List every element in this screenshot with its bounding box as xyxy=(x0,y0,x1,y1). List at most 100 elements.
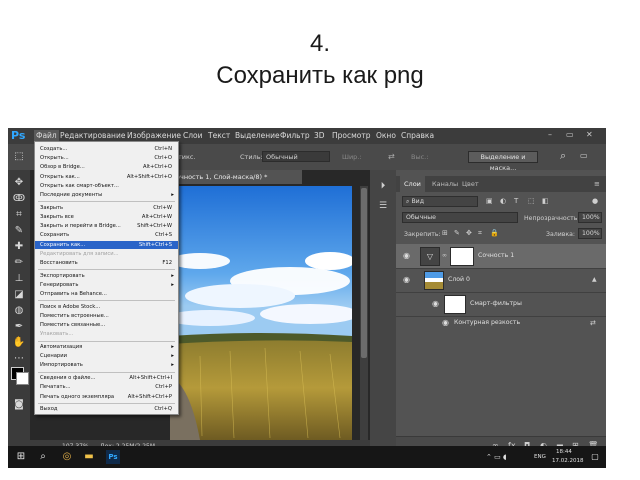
visibility-eye-icon[interactable]: ◉ xyxy=(403,275,410,284)
clock-time[interactable]: 18:44 xyxy=(556,449,572,455)
file-menu-item[interactable]: Сценарии ▸ xyxy=(35,352,178,360)
menu-filter[interactable]: Фильтр xyxy=(280,130,310,142)
brush-tool-icon[interactable]: ✏ xyxy=(12,256,26,270)
file-menu-item[interactable]: Закрыть Ctrl+W xyxy=(35,204,178,212)
file-menu-item[interactable]: Поиск в Adobe Stock... xyxy=(35,303,178,311)
file-menu-item[interactable]: Отправить на Behance... xyxy=(35,290,178,298)
crop-tool-icon[interactable]: ⌗ xyxy=(12,208,26,222)
visibility-eye-icon[interactable]: ◉ xyxy=(403,251,410,260)
quick-mask-icon[interactable]: ◙ xyxy=(12,398,26,412)
clock-date[interactable]: 17.02.2018 xyxy=(552,458,584,464)
visibility-eye-icon[interactable]: ◉ xyxy=(432,299,439,308)
file-menu-item[interactable]: Последние документы ▸ xyxy=(35,191,178,199)
filter-options-icon[interactable]: ⇄ xyxy=(590,319,596,327)
menu-select[interactable]: Выделение xyxy=(235,130,280,142)
pen-tool-icon[interactable]: ✒ xyxy=(12,320,26,334)
lock-pixels-icon[interactable]: ✎ xyxy=(454,229,460,237)
lock-position-icon[interactable]: ✥ xyxy=(466,229,472,237)
maximize-button[interactable]: ▭ xyxy=(566,130,574,139)
fill-field[interactable]: 100% xyxy=(578,228,602,239)
menu-3d[interactable]: 3D xyxy=(314,130,325,142)
chrome-icon[interactable]: ◎ xyxy=(60,450,74,464)
stamp-tool-icon[interactable]: ⊥ xyxy=(12,272,26,286)
file-menu-item[interactable]: Сведения о файле... Alt+Shift+Ctrl+I xyxy=(35,374,178,382)
hand-tool-icon[interactable]: ✋ xyxy=(12,336,26,350)
layer-filter-select[interactable]: ⌕ Вид xyxy=(402,196,478,207)
menu-window[interactable]: Окно xyxy=(376,130,396,142)
file-menu-item[interactable]: Печать одного экземпляра Alt+Shift+Ctrl+P xyxy=(35,393,178,401)
file-menu-item[interactable]: Открыть как... Alt+Shift+Ctrl+O xyxy=(35,173,178,181)
tab-channels[interactable]: Каналы xyxy=(428,176,462,192)
visibility-eye-icon[interactable]: ◉ xyxy=(442,318,449,327)
menu-view[interactable]: Просмотр xyxy=(332,130,371,142)
file-menu-item[interactable]: Печатать... Ctrl+P xyxy=(35,383,178,391)
language-indicator[interactable]: ENG xyxy=(534,454,546,460)
file-menu-item[interactable]: Автоматизация ▸ xyxy=(35,343,178,351)
search-icon[interactable]: ⌕ xyxy=(560,149,566,163)
swap-icon[interactable]: ⇄ xyxy=(388,152,395,161)
file-menu-item[interactable]: Экспортировать ▸ xyxy=(35,272,178,280)
eyedropper-tool-icon[interactable]: ✎ xyxy=(12,224,26,238)
layer-mask-thumbnail[interactable] xyxy=(450,247,474,266)
layer-row-unsharp[interactable]: ◉ Контурная резкость ⇄ xyxy=(396,316,606,330)
scrollbar-thumb[interactable] xyxy=(361,188,367,358)
file-menu-item[interactable]: Поместить связанные... xyxy=(35,321,178,329)
layer-row-smart-filters[interactable]: ◉ Смарт-фильтры xyxy=(396,292,606,317)
file-menu-item[interactable]: Обзор в Bridge... Alt+Ctrl+O xyxy=(35,163,178,171)
tab-color[interactable]: Цвет xyxy=(458,176,483,192)
filter-toggle-icon[interactable]: ● xyxy=(592,197,598,205)
file-menu-item[interactable]: Генерировать ▸ xyxy=(35,281,178,289)
windows-start-icon[interactable]: ⊞ xyxy=(14,450,28,464)
menu-help[interactable]: Справка xyxy=(401,130,434,142)
file-menu-item[interactable]: Сохранить Ctrl+S xyxy=(35,231,178,239)
filter-smart-icon[interactable]: ◧ xyxy=(542,197,549,205)
file-menu-item[interactable]: Восстановить F12 xyxy=(35,259,178,267)
bucket-tool-icon[interactable]: ◍ xyxy=(12,304,26,318)
collapse-arrow-icon[interactable]: ▲ xyxy=(592,276,597,283)
photoshop-taskbar-icon[interactable]: Ps xyxy=(106,450,120,464)
eraser-tool-icon[interactable]: ◪ xyxy=(12,288,26,302)
file-menu-item[interactable]: Поместить встроенные... xyxy=(35,312,178,320)
panel-menu-icon[interactable]: ≡ xyxy=(594,180,600,188)
file-menu-item[interactable]: Открыть как смарт-объект... xyxy=(35,182,178,190)
menu-type[interactable]: Текст xyxy=(208,130,230,142)
filter-type-icon[interactable]: T xyxy=(514,197,518,205)
blend-mode-select[interactable]: Обычные xyxy=(402,212,518,223)
opacity-field[interactable]: 100% xyxy=(578,212,602,223)
filter-mask-thumbnail[interactable] xyxy=(444,295,466,314)
tray-network-icon[interactable]: ⌃ ▭ ◖ xyxy=(486,453,507,461)
minimize-button[interactable]: – xyxy=(548,130,552,139)
file-menu-item[interactable]: Открыть... Ctrl+O xyxy=(35,154,178,162)
file-menu-item[interactable]: Создать... Ctrl+N xyxy=(35,145,178,153)
style-select[interactable]: Обычный xyxy=(262,151,330,162)
close-button[interactable]: ✕ xyxy=(586,130,593,139)
document-canvas-image[interactable] xyxy=(170,186,352,440)
more-tools-icon[interactable]: ⋯ xyxy=(12,352,26,366)
lock-artboard-icon[interactable]: ⌗ xyxy=(478,229,482,238)
search-icon[interactable]: ⌕ xyxy=(36,450,50,464)
select-and-mask-button[interactable]: Выделение и маска... xyxy=(468,151,538,172)
menu-layers[interactable]: Слои xyxy=(183,130,203,142)
file-menu-item[interactable]: Импортировать ▸ xyxy=(35,361,178,369)
workspace-icon[interactable]: ▭ xyxy=(580,151,588,160)
file-menu-item[interactable]: Сохранить как... Shift+Ctrl+S xyxy=(35,240,178,249)
marquee-tool-icon[interactable]: ⬚ xyxy=(12,150,26,164)
tab-layers[interactable]: Слои xyxy=(400,176,425,192)
lock-all-icon[interactable]: 🔒 xyxy=(490,229,499,237)
filter-pixel-icon[interactable]: ▣ xyxy=(486,197,493,205)
document-tab[interactable]: очность 1, Слой-маска/8) * xyxy=(172,170,302,184)
move-tool-icon[interactable]: ✥ xyxy=(12,176,26,190)
lock-transparent-icon[interactable]: ⊞ xyxy=(442,229,448,237)
filter-adjust-icon[interactable]: ◐ xyxy=(500,197,506,205)
background-color-swatch[interactable] xyxy=(16,372,29,385)
file-menu-item[interactable]: Закрыть и перейти в Bridge... Shift+Ctrl+… xyxy=(35,222,178,230)
layer-row-layer0[interactable]: ◉ Слой 0 ▲ xyxy=(396,268,606,293)
file-menu-item[interactable]: Закрыть все Alt+Ctrl+W xyxy=(35,213,178,221)
layer-row-vibrance[interactable]: ◉ ▽ ∞ Сочность 1 xyxy=(396,244,606,269)
healing-tool-icon[interactable]: ✚ xyxy=(12,240,26,254)
notification-icon[interactable]: ▢ xyxy=(588,450,602,464)
file-explorer-icon[interactable]: ▬ xyxy=(82,450,96,464)
file-menu-item[interactable]: Выход Ctrl+Q xyxy=(35,405,178,413)
properties-icon[interactable]: ☰ xyxy=(377,200,389,212)
lasso-tool-icon[interactable]: ↂ xyxy=(12,192,26,206)
